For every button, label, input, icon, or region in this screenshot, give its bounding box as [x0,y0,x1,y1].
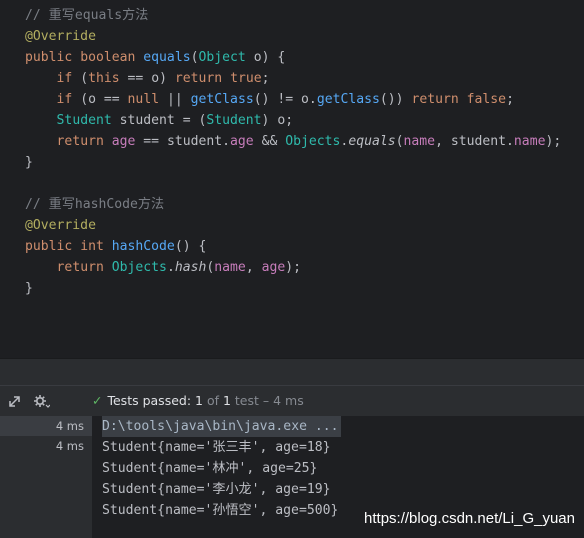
var-student: student [119,113,175,128]
field-name: name [214,260,246,275]
method-hashcode: hashCode [111,239,175,254]
comment-hashcode: // 重写hashCode方法 [25,197,165,212]
var-student: student [166,134,223,149]
closing-brace: } [25,155,33,170]
status-time: – 4 ms [258,393,304,408]
keyword-false: false [466,92,507,107]
method-objects-equals: equals [348,134,396,149]
keyword-true: true [230,71,262,86]
check-icon: ✓ [92,393,103,408]
keyword-return: return [56,134,104,149]
field-name: name [513,134,546,149]
code-line-7: return age == student.age && Objects.equ… [56,134,562,149]
tree-row-duration: 4 ms [55,419,84,433]
tree-row[interactable]: 4 ms [0,436,92,456]
total-count: 1 [222,393,231,408]
code-line-13: return Objects.hash(name, age); [56,260,302,275]
var-o: o [151,71,160,86]
code-line-5: if (o == null || getClass() != o.getClas… [56,92,514,107]
keyword-if: if [56,71,73,86]
var-o: o [88,92,96,107]
code-editor[interactable]: // 重写equals方法 @Override public boolean e… [0,0,584,358]
code-line-8: } [25,152,33,173]
watermark: https://blog.csdn.net/Li_G_yuan [364,510,575,527]
field-age: age [261,260,286,275]
keyword-return: return [174,71,223,86]
param-o: o [253,50,262,65]
type-student: Student [206,113,262,128]
gear-icon[interactable] [32,392,51,410]
closing-brace: } [25,281,33,296]
keyword-public: public [25,50,73,65]
keyword-int: int [80,239,104,254]
status-prefix: Tests passed: [107,393,196,408]
run-toolbar: ✓ Tests passed: 1 of 1 test – 4 ms [0,385,584,417]
type-objects: Objects [285,134,341,149]
code-line-3: public boolean equals(Object o) { [25,50,286,65]
var-o: o [301,92,309,107]
field-age: age [230,134,254,149]
passed-count: 1 [195,393,203,408]
method-equals: equals [143,50,191,65]
keyword-return: return [56,260,104,275]
code-line-2: @Override [25,26,96,47]
code-line-6: Student student = (Student) o; [56,113,294,128]
code-line-12: public int hashCode() { [25,239,207,254]
method-getclass: getClass [316,92,380,107]
console-line: Student{name='林冲', age=25} [102,461,318,476]
code-line-4: if (this == o) return true; [56,71,270,86]
field-age: age [111,134,136,149]
type-objects: Objects [111,260,167,275]
keyword-this: this [88,71,120,86]
keyword-null: null [127,92,160,107]
method-objects-hash: hash [174,260,207,275]
tree-row[interactable]: 4 ms [0,416,92,436]
comment-equals: // 重写equals方法 [25,8,149,23]
field-name: name [403,134,436,149]
code-line-11: @Override [25,215,96,236]
var-student: student [450,134,507,149]
code-line-14: } [25,278,33,299]
override-annotation: @Override [25,218,96,233]
type-student: Student [56,113,112,128]
tree-row-duration: 4 ms [55,439,84,453]
code-line-1: // 重写equals方法 [25,5,148,26]
console-line: Student{name='张三丰', age=18} [102,440,331,455]
test-tree: 4 ms 4 ms [0,416,93,538]
method-getclass: getClass [190,92,254,107]
test-status: ✓ Tests passed: 1 of 1 test – 4 ms [92,393,304,408]
console-command-line[interactable]: D:\tools\java\bin\java.exe ... [102,416,341,437]
status-test: test [230,393,259,408]
expand-icon[interactable] [6,392,24,410]
code-line-10: // 重写hashCode方法 [25,194,164,215]
status-of: of [202,393,223,408]
panel-splitter[interactable] [0,358,584,386]
override-annotation: @Override [25,29,96,44]
keyword-public: public [25,239,73,254]
console-line: Student{name='孙悟空', age=500} [102,503,339,518]
type-object: Object [198,50,246,65]
keyword-boolean: boolean [80,50,136,65]
keyword-return: return [411,92,459,107]
keyword-if: if [56,92,73,107]
var-o: o [277,113,286,128]
console-line: Student{name='李小龙', age=19} [102,482,331,497]
